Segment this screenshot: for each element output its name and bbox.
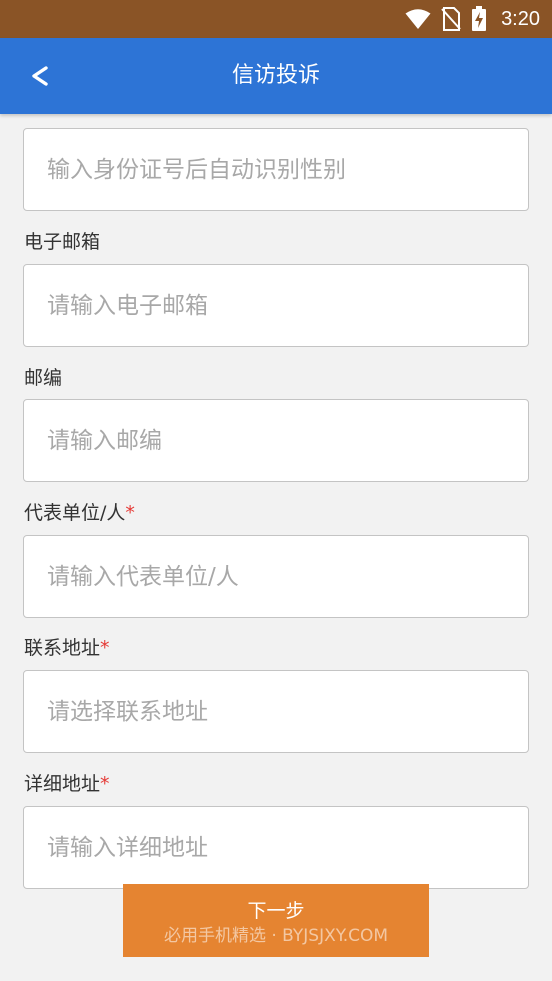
- detail-address-label-text: 详细地址: [24, 773, 101, 795]
- next-step-label: 下一步: [247, 900, 305, 922]
- status-time: 3:20: [501, 7, 540, 30]
- contact-address-picker[interactable]: [23, 670, 529, 753]
- page-title: 信访投诉: [231, 63, 320, 88]
- email-field[interactable]: [23, 264, 529, 347]
- bottom-strip: [0, 957, 552, 981]
- form-scroll-area[interactable]: 性别 电子邮箱 邮编 代表单位/人* 联系地址* 详细地址* 下一步 必用手机精…: [0, 114, 552, 957]
- email-label: 电子邮箱: [24, 228, 100, 256]
- email-label-text: 电子邮箱: [24, 231, 101, 253]
- representative-label-text: 代表单位/人: [24, 502, 126, 524]
- required-mark: *: [100, 637, 110, 659]
- postcode-label-text: 邮编: [24, 367, 63, 389]
- no-sim-icon: [441, 7, 461, 31]
- status-icons: 3:20: [405, 0, 540, 38]
- detail-address-field[interactable]: [23, 806, 529, 889]
- app-bar: 信访投诉: [0, 38, 552, 114]
- contact-address-label-text: 联系地址: [24, 637, 101, 659]
- postcode-label: 邮编: [24, 364, 62, 392]
- detail-address-label: 详细地址*: [24, 770, 110, 798]
- chevron-left-icon: [32, 66, 48, 86]
- next-step-button[interactable]: 下一步 必用手机精选 · BYJSJXY.COM: [123, 884, 429, 957]
- wifi-icon: [405, 9, 431, 29]
- representative-label: 代表单位/人*: [24, 499, 135, 527]
- representative-field[interactable]: [23, 535, 529, 618]
- status-bar: 3:20: [0, 0, 552, 38]
- gender-field[interactable]: [23, 128, 529, 211]
- watermark-text: 必用手机精选 · BYJSJXY.COM: [163, 926, 389, 946]
- back-button[interactable]: [18, 54, 62, 98]
- contact-address-label: 联系地址*: [24, 634, 110, 662]
- required-mark: *: [125, 502, 135, 524]
- battery-charging-icon: [472, 6, 487, 31]
- required-mark: *: [100, 773, 110, 795]
- postcode-field[interactable]: [23, 399, 529, 482]
